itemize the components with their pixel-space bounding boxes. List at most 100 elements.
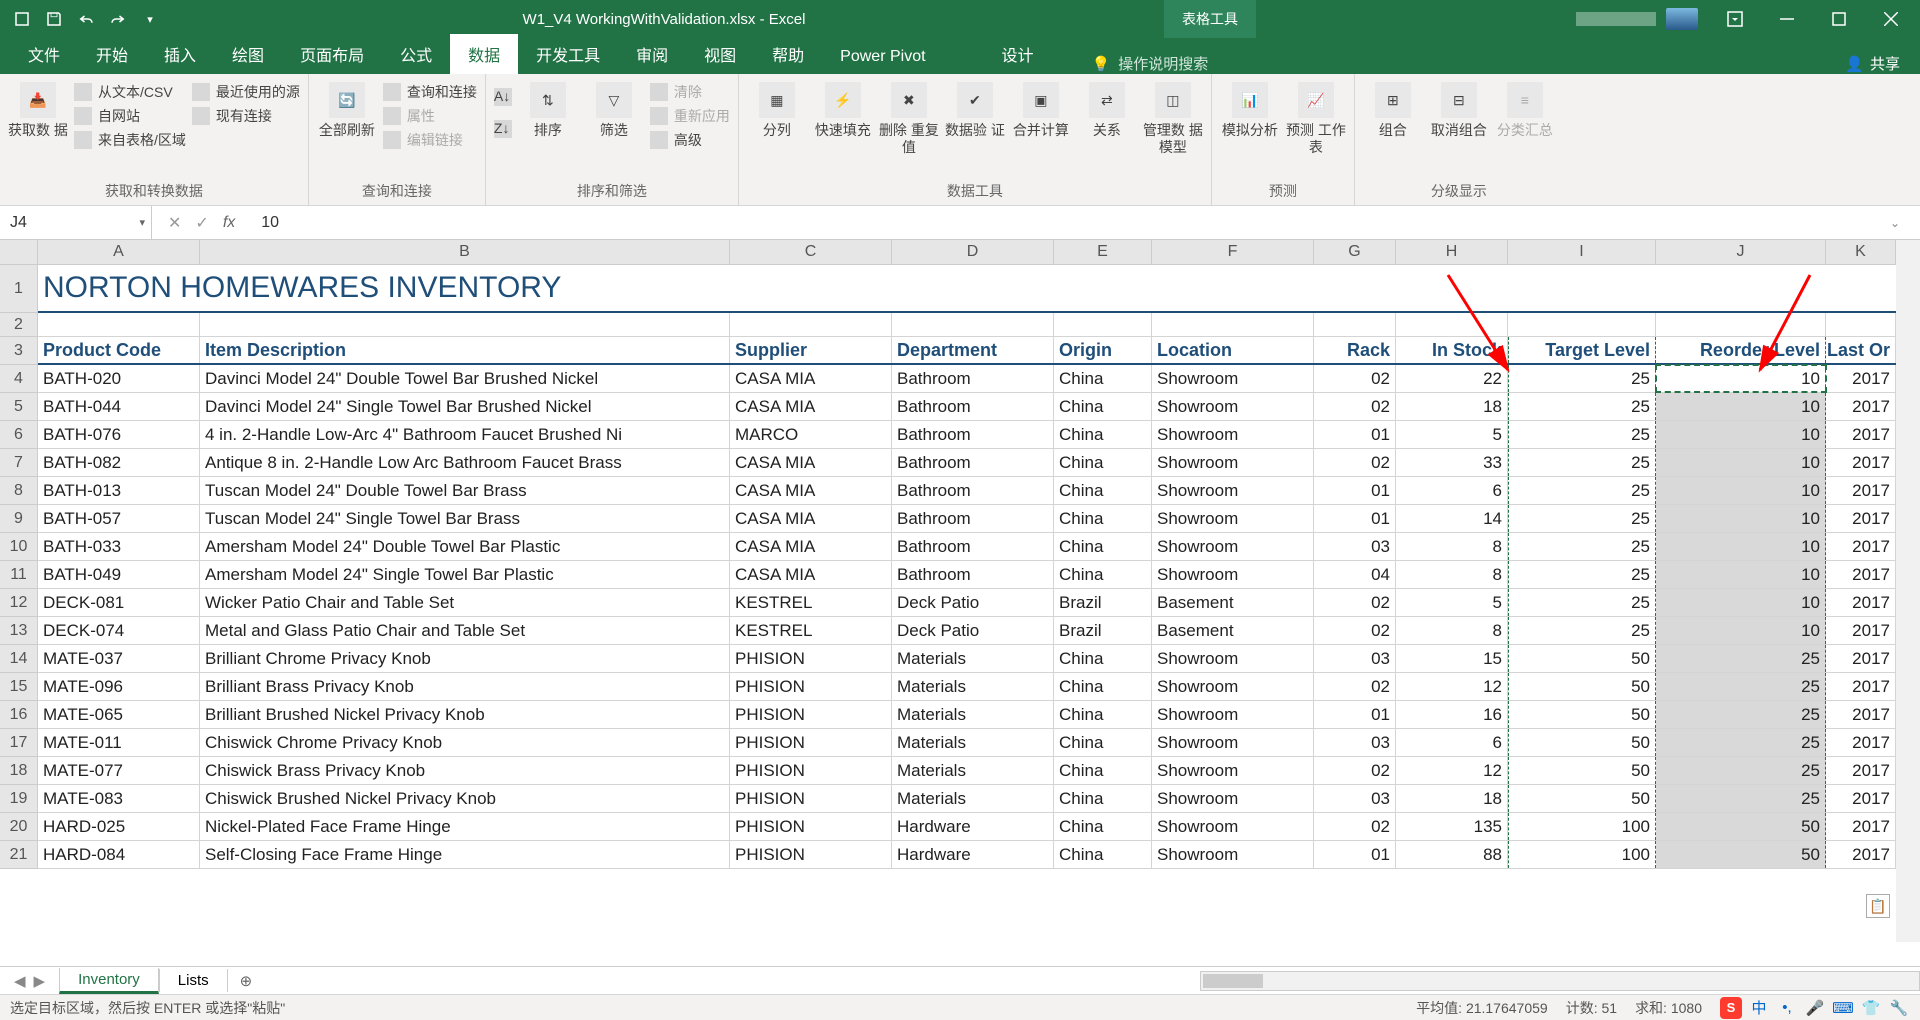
table-cell[interactable]: Chiswick Chrome Privacy Knob (200, 729, 730, 756)
table-cell[interactable]: Self-Closing Face Frame Hinge (200, 841, 730, 868)
row-header-14[interactable]: 14 (0, 645, 37, 673)
table-cell[interactable]: Showroom (1152, 449, 1314, 476)
ime-lang-icon[interactable]: 中 (1748, 997, 1770, 1019)
table-cell[interactable]: 2017 (1826, 729, 1896, 756)
table-cell[interactable]: Bathroom (892, 421, 1054, 448)
table-cell[interactable]: Materials (892, 729, 1054, 756)
table-header[interactable]: Item Description (200, 337, 730, 363)
table-cell[interactable]: 12 (1396, 757, 1508, 784)
maximize-icon[interactable] (1814, 0, 1864, 38)
reapply-button[interactable]: 重新应用 (650, 106, 730, 126)
subtotal-button[interactable]: ≡分类汇总 (1495, 78, 1555, 139)
qat-customize-icon[interactable]: ▾ (136, 5, 164, 33)
table-cell[interactable]: 10 (1656, 449, 1826, 476)
table-cell[interactable]: Materials (892, 757, 1054, 784)
sort-button[interactable]: ⇅排序 (518, 78, 578, 139)
table-cell[interactable]: China (1054, 841, 1152, 868)
table-cell[interactable]: 100 (1508, 841, 1656, 868)
row-header-9[interactable]: 9 (0, 505, 37, 533)
vertical-scrollbar[interactable] (1896, 240, 1920, 942)
ungroup-button[interactable]: ⊟取消组合 (1429, 78, 1489, 139)
table-cell[interactable]: China (1054, 729, 1152, 756)
table-cell[interactable]: MATE-037 (38, 645, 200, 672)
clear-filter-button[interactable]: 清除 (650, 82, 730, 102)
filter-button[interactable]: ▽筛选 (584, 78, 644, 139)
sheet-next-icon[interactable]: ▶ (34, 972, 46, 990)
tab-formulas[interactable]: 公式 (382, 34, 450, 74)
sheet-tab-inventory[interactable]: Inventory (59, 968, 159, 994)
ime-mic-icon[interactable]: 🎤 (1804, 997, 1826, 1019)
table-cell[interactable]: 2017 (1826, 673, 1896, 700)
table-cell[interactable]: PHISION (730, 757, 892, 784)
whatif-button[interactable]: 📊模拟分析 (1220, 78, 1280, 139)
table-header[interactable]: Supplier (730, 337, 892, 363)
table-cell[interactable]: 25 (1508, 561, 1656, 588)
select-all-corner[interactable] (0, 240, 38, 265)
sheet-tab-lists[interactable]: Lists (159, 969, 228, 992)
table-header[interactable]: Origin (1054, 337, 1152, 363)
table-cell[interactable]: Basement (1152, 617, 1314, 644)
data-model-button[interactable]: ◫管理数 据模型 (1143, 78, 1203, 156)
table-cell[interactable]: Bathroom (892, 533, 1054, 560)
table-cell[interactable]: HARD-084 (38, 841, 200, 868)
table-cell[interactable]: China (1054, 449, 1152, 476)
table-cell[interactable]: Hardware (892, 841, 1054, 868)
refresh-all-button[interactable]: 🔄全部刷新 (317, 78, 377, 139)
table-cell[interactable]: 10 (1656, 477, 1826, 504)
table-cell[interactable]: Davinci Model 24" Double Towel Bar Brush… (200, 365, 730, 392)
cancel-formula-icon[interactable]: ✕ (168, 213, 181, 233)
table-cell[interactable]: PHISION (730, 673, 892, 700)
table-cell[interactable]: CASA MIA (730, 561, 892, 588)
ribbon-display-options-icon[interactable] (1710, 0, 1760, 38)
table-cell[interactable]: 2017 (1826, 617, 1896, 644)
table-cell[interactable]: Metal and Glass Patio Chair and Table Se… (200, 617, 730, 644)
table-cell[interactable]: 2017 (1826, 645, 1896, 672)
tab-page-layout[interactable]: 页面布局 (282, 34, 382, 74)
col-header-K[interactable]: K (1826, 240, 1896, 264)
close-icon[interactable] (1866, 0, 1916, 38)
table-cell[interactable]: 03 (1314, 785, 1396, 812)
table-cell[interactable]: 01 (1314, 841, 1396, 868)
table-cell[interactable]: 03 (1314, 645, 1396, 672)
table-cell[interactable]: Bathroom (892, 393, 1054, 420)
table-cell[interactable]: 01 (1314, 505, 1396, 532)
consolidate-button[interactable]: ▣合并计算 (1011, 78, 1071, 139)
table-cell[interactable]: CASA MIA (730, 533, 892, 560)
table-cell[interactable]: Showroom (1152, 757, 1314, 784)
table-cell[interactable]: PHISION (730, 841, 892, 868)
row-header-8[interactable]: 8 (0, 477, 37, 505)
ime-punct-icon[interactable]: •, (1776, 997, 1798, 1019)
tab-insert[interactable]: 插入 (146, 34, 214, 74)
table-cell[interactable]: 2017 (1826, 533, 1896, 560)
add-sheet-button[interactable]: ⊕ (228, 972, 265, 990)
table-cell[interactable]: Brazil (1054, 617, 1152, 644)
table-header[interactable]: In Stock (1396, 337, 1508, 363)
table-cell[interactable]: 04 (1314, 561, 1396, 588)
table-cell[interactable]: China (1054, 533, 1152, 560)
table-cell[interactable]: 18 (1396, 393, 1508, 420)
sheet-nav[interactable]: ◀▶ (0, 972, 59, 990)
table-cell[interactable]: 2017 (1826, 757, 1896, 784)
table-cell[interactable]: Brilliant Brushed Nickel Privacy Knob (200, 701, 730, 728)
table-cell[interactable]: 8 (1396, 617, 1508, 644)
row-header-4[interactable]: 4 (0, 365, 37, 393)
table-cell[interactable]: Showroom (1152, 813, 1314, 840)
table-cell[interactable]: 25 (1508, 505, 1656, 532)
row-header-15[interactable]: 15 (0, 673, 37, 701)
table-cell[interactable]: CASA MIA (730, 477, 892, 504)
tab-data[interactable]: 数据 (450, 34, 518, 74)
save-icon[interactable] (40, 5, 68, 33)
table-cell[interactable]: Showroom (1152, 477, 1314, 504)
table-cell[interactable]: 25 (1656, 673, 1826, 700)
row-header-16[interactable]: 16 (0, 701, 37, 729)
table-cell[interactable]: Antique 8 in. 2-Handle Low Arc Bathroom … (200, 449, 730, 476)
table-cell[interactable]: Tuscan Model 24" Single Towel Bar Brass (200, 505, 730, 532)
table-cell[interactable]: 2017 (1826, 785, 1896, 812)
table-header[interactable]: Product Code (38, 337, 200, 363)
text-to-columns-button[interactable]: ▦分列 (747, 78, 807, 139)
table-cell[interactable]: Showroom (1152, 561, 1314, 588)
tab-view[interactable]: 视图 (686, 34, 754, 74)
group-button[interactable]: ⊞组合 (1363, 78, 1423, 139)
name-box[interactable]: J4 ▾ (0, 206, 152, 239)
table-cell[interactable]: 50 (1508, 729, 1656, 756)
